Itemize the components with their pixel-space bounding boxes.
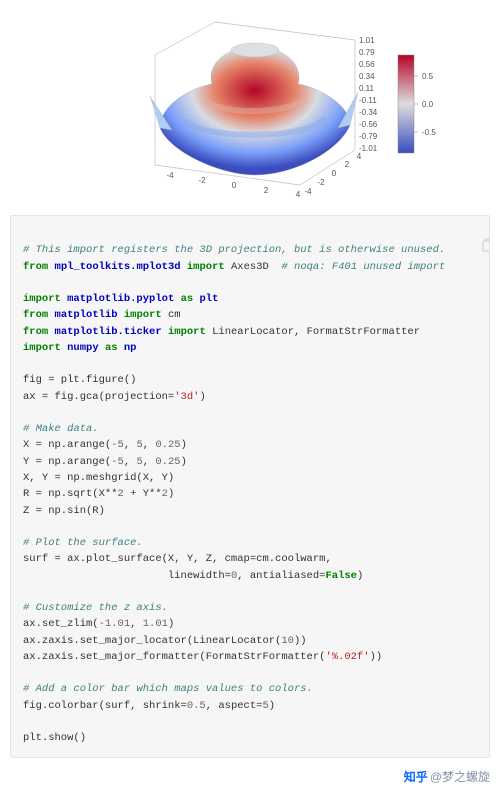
svg-text:0.56: 0.56 bbox=[359, 60, 375, 69]
svg-text:-0.5: -0.5 bbox=[422, 128, 436, 137]
svg-text:-0.79: -0.79 bbox=[359, 132, 378, 141]
z-tick-labels: 1.01 0.79 0.56 0.34 0.11 -0.11 -0.34 -0.… bbox=[359, 36, 378, 153]
colorbar: 0.5 0.0 -0.5 bbox=[398, 55, 436, 153]
surface bbox=[150, 43, 358, 175]
surface3d-svg: 1.01 0.79 0.56 0.34 0.11 -0.11 -0.34 -0.… bbox=[50, 10, 450, 200]
svg-text:-0.56: -0.56 bbox=[359, 120, 378, 129]
svg-text:4: 4 bbox=[296, 190, 301, 199]
zhihu-logo: 知乎 bbox=[404, 770, 428, 784]
svg-text:2: 2 bbox=[345, 160, 350, 169]
svg-text:-0.11: -0.11 bbox=[359, 96, 377, 105]
author-name: @梦之螺旋 bbox=[430, 770, 490, 784]
copy-icon[interactable] bbox=[469, 222, 483, 236]
attribution: 知乎@梦之螺旋 bbox=[10, 768, 490, 785]
svg-text:-0.34: -0.34 bbox=[359, 108, 378, 117]
svg-text:-1.01: -1.01 bbox=[359, 144, 378, 153]
svg-text:-4: -4 bbox=[166, 171, 174, 180]
svg-text:4: 4 bbox=[357, 152, 362, 161]
surface3d-chart: 1.01 0.79 0.56 0.34 0.11 -0.11 -0.34 -0.… bbox=[10, 10, 490, 200]
svg-text:0.11: 0.11 bbox=[359, 84, 375, 93]
svg-text:0: 0 bbox=[332, 169, 337, 178]
svg-text:0.34: 0.34 bbox=[359, 72, 375, 81]
svg-text:0: 0 bbox=[232, 181, 237, 190]
svg-text:0.0: 0.0 bbox=[422, 100, 434, 109]
x-tick-labels: -4 -2 0 2 4 bbox=[166, 171, 300, 199]
svg-text:0.5: 0.5 bbox=[422, 72, 434, 81]
svg-text:2: 2 bbox=[264, 186, 269, 195]
svg-text:0.79: 0.79 bbox=[359, 48, 375, 57]
svg-text:-2: -2 bbox=[198, 176, 206, 185]
svg-text:-4: -4 bbox=[304, 187, 312, 196]
code-block: # This import registers the 3D projectio… bbox=[10, 215, 490, 758]
svg-text:-2: -2 bbox=[317, 178, 325, 187]
svg-text:1.01: 1.01 bbox=[359, 36, 375, 45]
